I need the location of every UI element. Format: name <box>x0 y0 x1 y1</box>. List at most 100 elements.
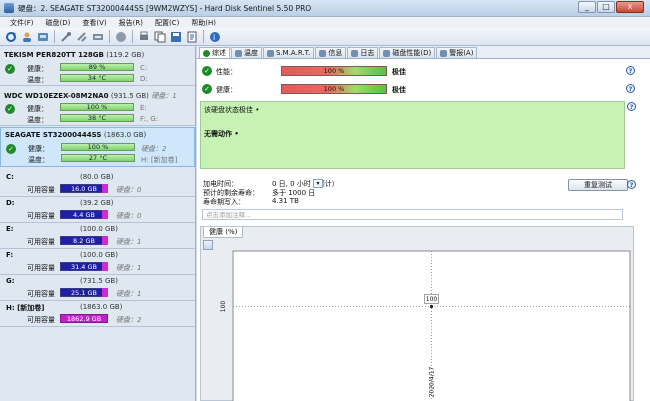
disk-entry[interactable]: WDC WD10EZEX-08M2NA0 (931.5 GB) 硬盘：1 ✓ 健… <box>0 88 195 126</box>
copy-icon[interactable] <box>153 30 167 44</box>
used-space-marker <box>102 184 108 193</box>
lifetime-writes-value: 4.31 TB <box>272 197 299 205</box>
partition-label: D: <box>140 75 148 83</box>
health-label: 健康： <box>27 65 48 73</box>
volume-size: (100.0 GB) <box>80 251 118 259</box>
tool-icon[interactable] <box>75 30 89 44</box>
toolbar-separator <box>109 30 110 43</box>
user-icon[interactable] <box>20 30 34 44</box>
estimate-dropdown[interactable]: ▾ <box>313 179 323 188</box>
free-space-label: 可用容量 <box>27 290 55 298</box>
stop-icon[interactable] <box>114 30 128 44</box>
y-axis-tick: 100 <box>220 301 227 313</box>
help-icon[interactable]: ? <box>626 66 635 75</box>
print-icon[interactable] <box>137 30 151 44</box>
toolbar-separator <box>54 30 55 43</box>
partition-label: F:, G: <box>140 115 159 123</box>
help-icon[interactable]: ? <box>626 84 635 93</box>
volume-size: (39.2 GB) <box>80 199 114 207</box>
temperature-bar: 38 °C <box>60 114 134 122</box>
minimize-button[interactable]: _ <box>578 1 596 13</box>
save-icon[interactable] <box>169 30 183 44</box>
disk-title: SEAGATE ST32000444SS (1863.0 GB) <box>5 131 146 139</box>
free-space-value: 8.2 GB <box>73 237 95 245</box>
volume-entry[interactable]: F: (100.0 GB) 可用容量 31.4 GB 硬盘：1 <box>0 249 195 275</box>
volume-disk-index: 硬盘：0 <box>116 186 142 194</box>
performance-rating: 极佳 <box>392 68 406 76</box>
menu-report[interactable]: 报告(R) <box>113 17 149 28</box>
menu-bar: 文件(F) 磁盘(D) 查看(V) 报告(R) 配置(C) 帮助(H) <box>0 17 650 28</box>
menu-help[interactable]: 帮助(H) <box>185 17 222 28</box>
volume-entry[interactable]: C: (80.0 GB) 可用容量 16.0 GB 硬盘：0 <box>0 171 195 197</box>
lifetime-writes-label: 寿命期写入： <box>203 198 245 206</box>
check-icon: ✓ <box>6 144 16 154</box>
check-icon <box>203 49 210 57</box>
tab-smart[interactable]: S.M.A.R.T. <box>263 47 315 58</box>
volume-entry[interactable]: D: (39.2 GB) 可用容量 4.4 GB 硬盘：0 <box>0 197 195 223</box>
free-space-label: 可用容量 <box>27 316 55 324</box>
free-space-label: 可用容量 <box>27 186 55 194</box>
volume-entry[interactable]: E: (100.0 GB) 可用容量 8.2 GB 硬盘：1 <box>0 223 195 249</box>
tab-overview[interactable]: 综述 <box>199 47 230 58</box>
menu-config[interactable]: 配置(C) <box>149 17 185 28</box>
check-icon: ✓ <box>202 66 212 76</box>
volume-letter: C: <box>6 173 14 181</box>
report-icon[interactable] <box>185 30 199 44</box>
check-icon: ✓ <box>202 84 212 94</box>
toolbar-separator <box>203 30 204 43</box>
volume-letter: E: <box>6 225 14 233</box>
window-controls: _ □ x <box>578 1 644 13</box>
performance-icon <box>383 49 391 57</box>
app-icon <box>4 3 14 13</box>
tab-info[interactable]: 信息 <box>315 47 347 58</box>
tab-label: 磁盘性能(D) <box>392 48 432 57</box>
help-icon[interactable]: ? <box>627 102 636 111</box>
retest-button[interactable]: 重复测试 <box>568 179 628 191</box>
refresh-icon[interactable] <box>4 30 18 44</box>
menu-disk[interactable]: 磁盘(D) <box>40 17 77 28</box>
wrench-icon[interactable] <box>59 30 73 44</box>
menu-file[interactable]: 文件(F) <box>4 17 40 28</box>
tab-temperature[interactable]: 温度 <box>231 47 262 58</box>
volume-disk-index: 硬盘：0 <box>116 212 142 220</box>
close-button[interactable]: x <box>616 1 644 13</box>
free-space-value: 25.1 GB <box>70 289 98 297</box>
temperature-label: 温度： <box>27 116 48 124</box>
partition-label: C: <box>140 64 148 72</box>
health-bar: 100 % <box>281 84 387 94</box>
health-chart: 100 100 2020/4/17 <box>220 250 631 401</box>
volume-disk-index: 硬盘：1 <box>116 290 142 298</box>
volume-entry[interactable]: G: (731.5 GB) 可用容量 25.1 GB 硬盘：1 <box>0 275 195 301</box>
used-space-marker <box>102 210 108 219</box>
disk-title: TEKISM PER820TT 128GB (119.2 GB) <box>4 51 144 59</box>
free-space-bar: 8.2 GB <box>60 236 108 245</box>
maximize-button[interactable]: □ <box>597 1 615 13</box>
network-icon[interactable] <box>91 30 105 44</box>
free-space-bar: 1862.9 GB <box>60 314 108 323</box>
menu-view[interactable]: 查看(V) <box>76 17 112 28</box>
help-icon[interactable]: i <box>208 30 222 44</box>
temperature-bar: 34 °C <box>60 74 134 82</box>
performance-label: 性能： <box>216 68 237 76</box>
free-space-value: 31.4 GB <box>70 263 98 271</box>
free-space-bar: 4.4 GB <box>60 210 108 219</box>
disk-name: SEAGATE ST32000444SS <box>5 131 102 139</box>
volume-disk-index: 硬盘：2 <box>116 316 142 324</box>
tab-alerts[interactable]: 警报(A) <box>436 47 478 58</box>
partition-label: H: [新加卷] <box>141 156 178 164</box>
tab-label: S.M.A.R.T. <box>276 48 311 57</box>
note-input[interactable]: 点击添加注释... <box>202 209 623 220</box>
log-icon <box>351 49 359 57</box>
volume-entry[interactable]: H: [新加卷] (1863.0 GB) 可用容量 1862.9 GB 硬盘：2 <box>0 301 195 327</box>
tab-log[interactable]: 日志 <box>347 47 379 58</box>
disk-entry[interactable]: TEKISM PER820TT 128GB (119.2 GB) ✓ 健康： 8… <box>0 48 195 86</box>
health-bar: 100 % <box>60 103 134 111</box>
tab-performance[interactable]: 磁盘性能(D) <box>379 47 436 58</box>
disk-info-icon[interactable] <box>36 30 50 44</box>
disk-entry-selected[interactable]: SEAGATE ST32000444SS (1863.0 GB) ✓ 健康： 1… <box>0 127 195 167</box>
free-space-bar: 25.1 GB <box>60 288 108 297</box>
status-box: 该硬盘状态极佳 • 无需动作 • <box>200 101 625 169</box>
health-rating: 极佳 <box>392 86 406 94</box>
help-icon[interactable]: ? <box>627 180 636 189</box>
disk-index: 硬盘：1 <box>151 92 177 100</box>
